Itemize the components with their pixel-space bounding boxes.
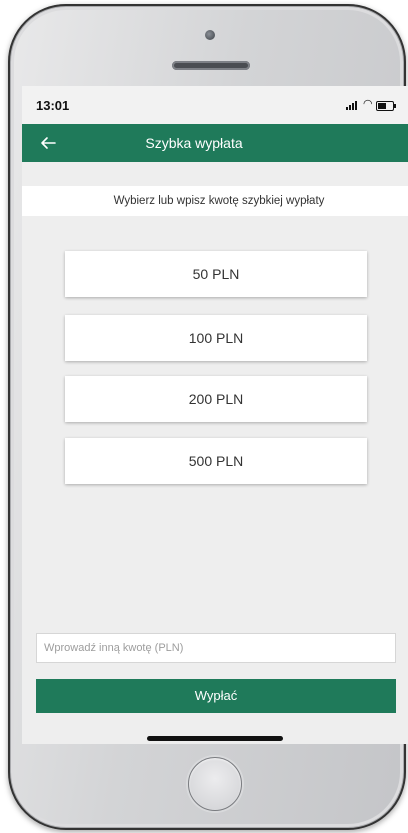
- status-time: 13:01: [36, 98, 70, 113]
- app-screen: 13:01 ◠ Szybka wypłata Wybierz lub wpisz…: [22, 86, 408, 744]
- home-indicator: [147, 736, 283, 741]
- withdraw-button[interactable]: Wypłać: [36, 679, 396, 713]
- system-icons: ◠: [346, 98, 396, 112]
- instruction-text: Wybierz lub wpisz kwotę szybkiej wypłaty: [22, 186, 408, 216]
- front-camera: [205, 30, 215, 40]
- page-title: Szybka wypłata: [145, 135, 243, 151]
- amount-button-50[interactable]: 50 PLN: [65, 251, 367, 297]
- earpiece-speaker: [172, 61, 250, 70]
- wifi-icon: ◠: [363, 98, 373, 110]
- signal-icon: [346, 100, 358, 110]
- amount-button-200[interactable]: 200 PLN: [65, 376, 367, 422]
- battery-icon: [376, 101, 396, 111]
- home-button[interactable]: [188, 757, 242, 811]
- app-bar: Szybka wypłata: [22, 124, 408, 162]
- amount-button-500[interactable]: 500 PLN: [65, 438, 367, 484]
- custom-amount-input[interactable]: [36, 633, 396, 663]
- amount-button-100[interactable]: 100 PLN: [65, 315, 367, 361]
- status-bar: 13:01 ◠: [22, 86, 408, 124]
